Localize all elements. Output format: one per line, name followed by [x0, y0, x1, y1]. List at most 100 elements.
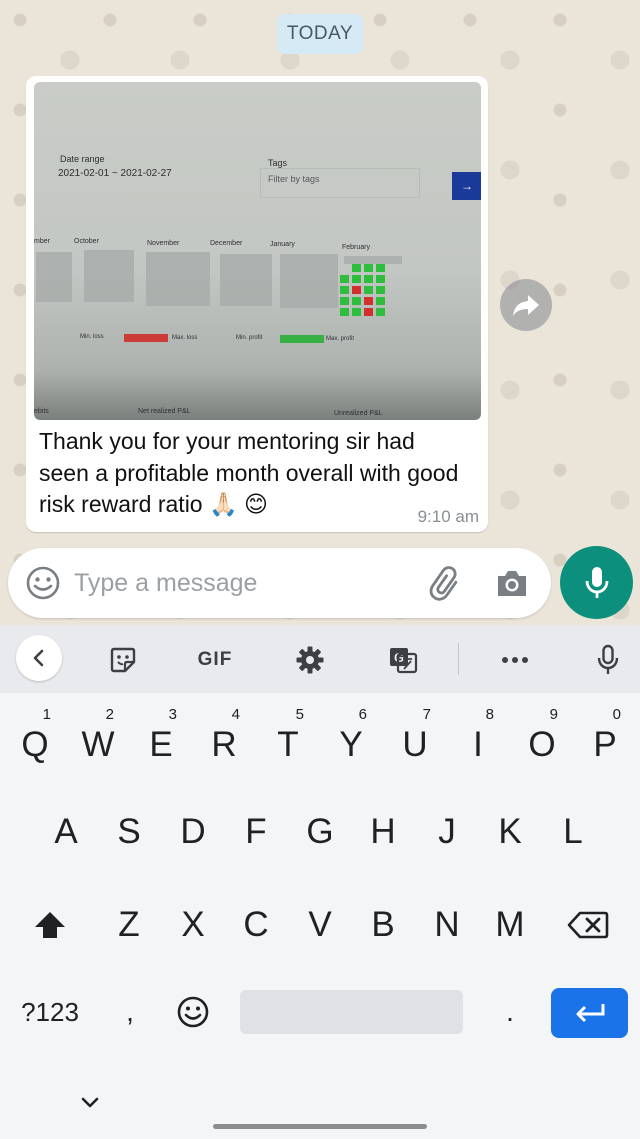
backspace-icon — [567, 911, 609, 939]
key-b[interactable]: B — [353, 890, 413, 960]
key-x[interactable]: X — [163, 890, 223, 960]
key-i[interactable]: I8 — [448, 706, 508, 780]
key-m[interactable]: M — [480, 890, 540, 960]
key-hint: 7 — [422, 706, 431, 723]
gear-icon — [296, 646, 324, 674]
translate-icon: G — [390, 648, 418, 674]
key-y[interactable]: Y6 — [321, 706, 381, 780]
shift-key[interactable] — [20, 890, 80, 960]
emoji-icon — [177, 996, 209, 1028]
sticker-button[interactable] — [100, 637, 146, 683]
period-key[interactable]: . — [480, 977, 540, 1047]
key-s[interactable]: S — [99, 797, 159, 867]
photo-legend-label: Min. profit — [236, 335, 263, 341]
key-hint: 2 — [105, 706, 114, 723]
toolbar-back-button[interactable] — [16, 635, 62, 681]
chat-area: TODAY Date range 2021-02-01 ~ 2021-02-27… — [0, 0, 640, 625]
key-hint: 6 — [358, 706, 367, 723]
key-u[interactable]: U7 — [385, 706, 445, 780]
key-hint: 3 — [168, 706, 177, 723]
chevron-left-icon — [33, 649, 44, 667]
photo-legend-label: Min. loss — [80, 334, 104, 340]
key-c[interactable]: C — [226, 890, 286, 960]
camera-button[interactable] — [492, 564, 532, 604]
message-input[interactable] — [74, 562, 404, 604]
key-hint: 0 — [612, 706, 621, 723]
more-options-button[interactable] — [492, 637, 538, 683]
key-d[interactable]: D — [163, 797, 223, 867]
home-indicator[interactable] — [213, 1124, 427, 1129]
microphone-icon — [597, 644, 619, 674]
key-w[interactable]: W2 — [68, 706, 128, 780]
message-bubble[interactable]: Date range 2021-02-01 ~ 2021-02-27 Tags … — [26, 76, 488, 532]
key-n[interactable]: N — [417, 890, 477, 960]
microphone-icon — [585, 566, 608, 598]
toolbar-divider — [458, 643, 459, 675]
forward-icon — [513, 295, 539, 316]
key-e[interactable]: E3 — [131, 706, 191, 780]
message-time: 9:10 am — [417, 507, 479, 526]
key-r[interactable]: R4 — [194, 706, 254, 780]
key-hint: 5 — [295, 706, 304, 723]
attach-button[interactable] — [426, 564, 466, 604]
key-v[interactable]: V — [290, 890, 350, 960]
enter-icon — [576, 1004, 604, 1023]
keyboard: GIF G Q 1 W 2 E 3 R 4 T 5 Y 6 U 7 I 8 O … — [0, 625, 640, 1139]
date-chip: TODAY — [277, 14, 363, 54]
key-hint: 4 — [231, 706, 240, 723]
photo-heatmap — [36, 250, 402, 343]
voice-message-button[interactable] — [560, 546, 633, 619]
emoji-button[interactable] — [25, 565, 61, 601]
key-o[interactable]: O9 — [512, 706, 572, 780]
key-p[interactable]: P0 — [575, 706, 635, 780]
forward-button[interactable] — [500, 279, 552, 331]
chevron-down-icon — [81, 1097, 99, 1108]
key-t[interactable]: T5 — [258, 706, 318, 780]
key-letter: E — [149, 725, 173, 764]
comma-key[interactable]: , — [100, 977, 160, 1047]
voice-typing-button[interactable] — [585, 637, 631, 683]
backspace-key[interactable] — [558, 890, 618, 960]
space-key[interactable] — [240, 990, 463, 1034]
emoji-key[interactable] — [163, 977, 223, 1047]
message-photo[interactable]: Date range 2021-02-01 ~ 2021-02-27 Tags … — [34, 82, 481, 420]
photo-legend-label: Max. profit — [326, 336, 355, 342]
settings-button[interactable] — [287, 637, 333, 683]
photo-legend-label: Max. loss — [172, 335, 198, 341]
collapse-keyboard-button[interactable] — [76, 1091, 104, 1115]
photo-bottom-label: Unrealized P&L — [334, 410, 383, 417]
key-z[interactable]: Z — [99, 890, 159, 960]
message-input-bar — [8, 548, 551, 618]
key-g[interactable]: G — [290, 797, 350, 867]
keyboard-toolbar: GIF G — [0, 625, 640, 693]
emoji-icon — [26, 566, 60, 600]
translate-button[interactable]: G — [380, 637, 426, 683]
key-l[interactable]: L — [543, 797, 603, 867]
key-q[interactable]: Q1 — [5, 706, 65, 780]
symbols-key[interactable]: ?123 — [12, 977, 88, 1047]
more-dots-icon — [502, 657, 528, 663]
key-letter: U — [402, 725, 428, 764]
key-h[interactable]: H — [353, 797, 413, 867]
key-f[interactable]: F — [226, 797, 286, 867]
photo-bottom-label: ebits — [34, 408, 49, 415]
key-letter: O — [528, 725, 556, 764]
enter-key[interactable] — [551, 988, 628, 1038]
key-hint: 9 — [549, 706, 558, 723]
key-hint: 1 — [42, 706, 51, 723]
key-a[interactable]: A — [36, 797, 96, 867]
paperclip-icon — [429, 566, 458, 601]
key-j[interactable]: J — [417, 797, 477, 867]
gif-button[interactable]: GIF — [192, 637, 238, 683]
key-letter: T — [277, 725, 299, 764]
key-letter: R — [211, 725, 237, 764]
message-text: Thank you for your mentoring sir had see… — [39, 428, 459, 517]
key-letter: W — [81, 725, 115, 764]
shift-icon — [35, 912, 65, 938]
key-letter: I — [473, 725, 483, 764]
key-letter: Y — [339, 725, 363, 764]
photo-bottom-label: Net realized P&L — [138, 408, 191, 415]
key-hint: 8 — [485, 706, 494, 723]
key-letter: P — [593, 725, 617, 764]
key-k[interactable]: K — [480, 797, 540, 867]
